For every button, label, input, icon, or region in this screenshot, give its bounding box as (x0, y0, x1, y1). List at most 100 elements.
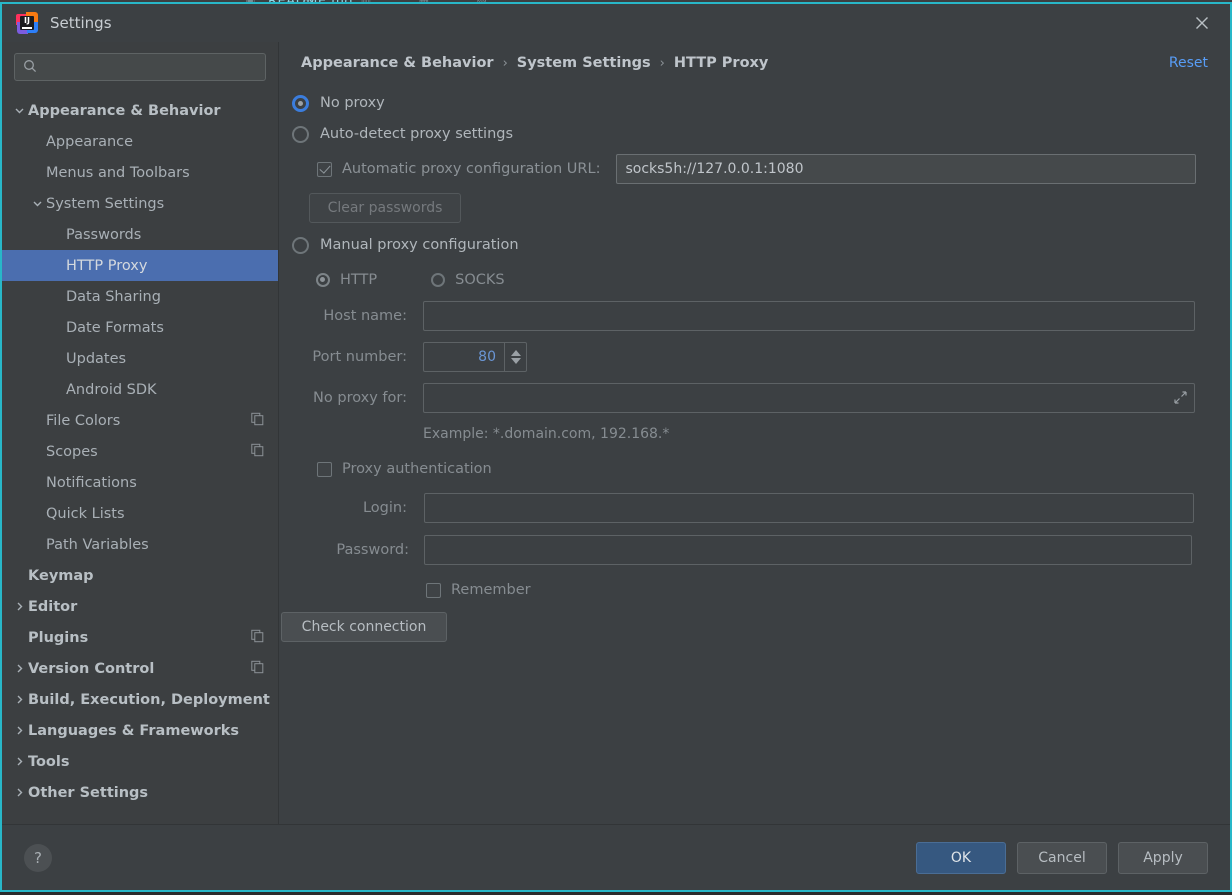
chevron-down-icon[interactable] (10, 105, 28, 116)
sidebar-item-label: Languages & Frameworks (28, 722, 240, 739)
http-radio[interactable] (315, 272, 331, 288)
sidebar-item-label: Keymap (28, 567, 94, 584)
chevron-right-icon[interactable] (10, 601, 28, 612)
chevron-right-icon[interactable] (10, 756, 28, 767)
dialog-titlebar: IJ Settings (2, 4, 1230, 42)
chevron-right-icon[interactable] (10, 725, 28, 736)
sidebar-item-label: Menus and Toolbars (46, 164, 190, 181)
reset-link[interactable]: Reset (1169, 55, 1208, 71)
auto-detect-row[interactable]: Auto-detect proxy settings (291, 118, 1208, 150)
sidebar-item-label: Data Sharing (66, 288, 161, 305)
sidebar-item-other-settings[interactable]: Other Settings (2, 777, 278, 808)
proxy-auth-row: Proxy authentication (317, 451, 1208, 487)
example-text: Example: *.domain.com, 192.168.* (423, 426, 670, 442)
manual-proxy-label: Manual proxy configuration (320, 237, 519, 253)
sidebar-item-appearance[interactable]: Appearance (2, 126, 278, 157)
breadcrumb: Appearance & Behavior › System Settings … (279, 42, 1230, 84)
dialog-title: Settings (50, 14, 112, 32)
no-proxy-for-row: No proxy for: (289, 379, 1208, 417)
apply-button[interactable]: Apply (1118, 841, 1208, 874)
manual-proxy-row[interactable]: Manual proxy configuration (291, 228, 1208, 262)
stepper-up-icon[interactable] (510, 350, 521, 356)
sidebar-item-plugins[interactable]: Plugins (2, 622, 278, 653)
copy-icon[interactable] (251, 629, 264, 646)
sidebar-item-http-proxy[interactable]: HTTP Proxy (2, 250, 278, 281)
login-input[interactable] (424, 493, 1194, 523)
sidebar-item-appearance-behavior[interactable]: Appearance & Behavior (2, 95, 278, 126)
sidebar-item-system-settings[interactable]: System Settings (2, 188, 278, 219)
search-input[interactable] (44, 58, 257, 76)
breadcrumb-item-1[interactable]: System Settings (517, 55, 651, 71)
host-name-row: Host name: (289, 297, 1208, 335)
breadcrumb-separator: › (659, 55, 665, 71)
login-label: Login: (362, 500, 407, 516)
sidebar-item-label: Passwords (66, 226, 142, 243)
no-proxy-radio[interactable] (291, 94, 310, 113)
chevron-right-icon[interactable] (10, 787, 28, 798)
manual-proxy-radio[interactable] (291, 236, 310, 255)
no-proxy-for-label: No proxy for: (313, 390, 407, 406)
stepper-down-icon[interactable] (510, 358, 521, 364)
sidebar-item-date-formats[interactable]: Date Formats (2, 312, 278, 343)
socks-label: SOCKS (455, 271, 505, 288)
pac-url-checkbox[interactable] (317, 161, 332, 177)
copy-icon[interactable] (251, 443, 264, 460)
sidebar-item-build-execution-deployment[interactable]: Build, Execution, Deployment (2, 684, 278, 715)
breadcrumb-separator: › (502, 55, 508, 71)
no-proxy-row[interactable]: No proxy (291, 88, 1208, 118)
sidebar-item-keymap[interactable]: Keymap (2, 560, 278, 591)
sidebar-item-label: Version Control (28, 660, 155, 677)
breadcrumb-item-0[interactable]: Appearance & Behavior (301, 55, 494, 71)
chevron-right-icon[interactable] (10, 663, 28, 674)
sidebar-item-label: Editor (28, 598, 78, 615)
ok-button[interactable]: OK (916, 841, 1006, 874)
sidebar-item-android-sdk[interactable]: Android SDK (2, 374, 278, 405)
sidebar-item-notifications[interactable]: Notifications (2, 467, 278, 498)
copy-icon[interactable] (251, 660, 264, 677)
sidebar-item-tools[interactable]: Tools (2, 746, 278, 777)
clear-passwords-button[interactable]: Clear passwords (309, 193, 461, 223)
port-stepper-arrows[interactable] (504, 343, 526, 371)
auto-detect-label: Auto-detect proxy settings (320, 126, 514, 142)
sidebar-item-file-colors[interactable]: File Colors (2, 405, 278, 436)
check-connection-button[interactable]: Check connection (281, 612, 447, 642)
sidebar-item-languages-frameworks[interactable]: Languages & Frameworks (2, 715, 278, 746)
sidebar-item-data-sharing[interactable]: Data Sharing (2, 281, 278, 312)
port-number-label: Port number: (312, 349, 407, 365)
auto-detect-radio[interactable] (291, 125, 310, 144)
proxy-auth-label: Proxy authentication (342, 461, 492, 477)
host-name-input[interactable] (423, 301, 1195, 331)
proxy-auth-checkbox[interactable] (317, 461, 332, 477)
sidebar-item-quick-lists[interactable]: Quick Lists (2, 498, 278, 529)
sidebar-item-label: Tools (28, 753, 70, 770)
sidebar-item-passwords[interactable]: Passwords (2, 219, 278, 250)
cancel-button[interactable]: Cancel (1017, 841, 1107, 874)
pac-url-row: Automatic proxy configuration URL: socks… (317, 150, 1208, 188)
close-icon[interactable] (1192, 13, 1212, 33)
dialog-body: Appearance & Behavior Appearance Menus and… (2, 42, 1230, 824)
help-icon[interactable]: ? (24, 843, 52, 872)
copy-icon[interactable] (251, 412, 264, 429)
search-box[interactable] (14, 53, 266, 81)
protocol-row: HTTP SOCKS (315, 262, 1208, 297)
settings-main-panel: Appearance & Behavior › System Settings … (279, 42, 1230, 824)
sidebar-item-label: Quick Lists (46, 505, 125, 522)
chevron-down-icon[interactable] (28, 198, 46, 209)
sidebar-item-updates[interactable]: Updates (2, 343, 278, 374)
remember-checkbox[interactable] (426, 582, 441, 598)
sidebar-item-version-control[interactable]: Version Control (2, 653, 278, 684)
expand-icon[interactable] (1174, 391, 1187, 408)
password-field[interactable] (424, 535, 1192, 565)
chevron-right-icon[interactable] (10, 694, 28, 705)
no-proxy-for-input[interactable] (423, 383, 1195, 413)
clear-passwords-row: Clear passwords (309, 188, 1208, 228)
pac-url-input[interactable]: socks5h://127.0.0.1:1080 (616, 154, 1197, 184)
remember-label: Remember (451, 582, 531, 598)
port-number-stepper[interactable]: 80 (423, 342, 527, 372)
sidebar-item-menus-and-toolbars[interactable]: Menus and Toolbars (2, 157, 278, 188)
sidebar-item-editor[interactable]: Editor (2, 591, 278, 622)
socks-radio[interactable] (430, 272, 446, 288)
intellij-logo-icon: IJ (16, 12, 38, 34)
sidebar-item-scopes[interactable]: Scopes (2, 436, 278, 467)
sidebar-item-path-variables[interactable]: Path Variables (2, 529, 278, 560)
